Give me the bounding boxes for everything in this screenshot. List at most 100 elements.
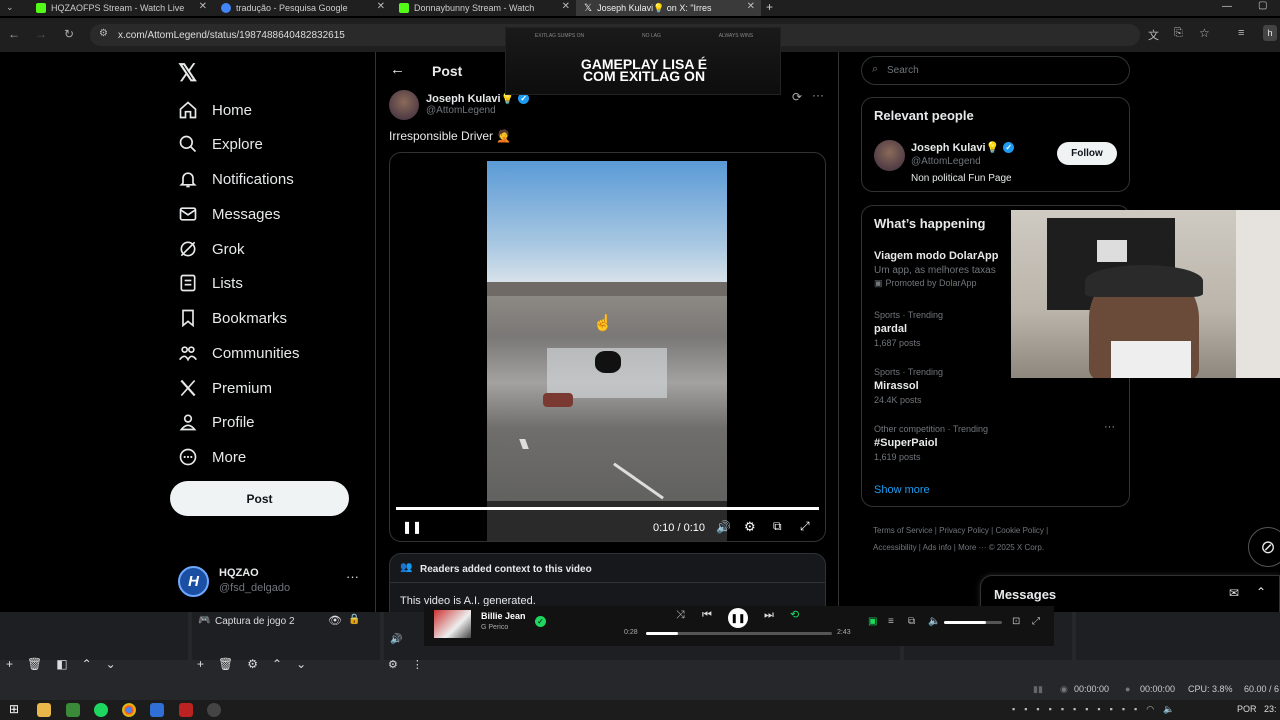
browser-tab-3[interactable]: Donnaybunny Stream - Watch ✕ — [391, 0, 576, 16]
sidebar-item-home[interactable]: Home — [178, 99, 252, 121]
grok-explain-icon[interactable]: ⟳ — [792, 90, 802, 104]
spotify-icon[interactable] — [94, 703, 108, 717]
browser-tab-4-active[interactable]: 𝕏 Joseph Kulavi💡 on X: "Irres ✕ — [576, 0, 761, 16]
profile-avatar-icon[interactable]: h — [1263, 25, 1277, 41]
repeat-icon[interactable]: ⟲ — [790, 608, 799, 621]
sidebar-item-explore[interactable]: Explore — [178, 133, 263, 155]
tray-icon[interactable]: ▪ — [1061, 704, 1064, 715]
video-progress-track[interactable] — [396, 507, 819, 510]
author-avatar[interactable] — [389, 90, 419, 120]
trash-icon[interactable]: 🗑 — [218, 657, 233, 671]
now-playing-view-icon[interactable]: ▣ — [868, 616, 877, 627]
volume-icon[interactable]: 🔈 — [928, 616, 940, 627]
mixer-menu-icon[interactable]: ⋮ — [412, 658, 423, 671]
trash-icon[interactable]: 🗑 — [27, 657, 42, 671]
tab-close-icon[interactable]: ✕ — [747, 1, 755, 12]
fullscreen-icon[interactable]: ⤢ — [1032, 616, 1040, 627]
sidebar-item-notifications[interactable]: Notifications — [178, 168, 294, 190]
next-icon[interactable]: ⏭ — [764, 609, 774, 622]
grok-float-icon[interactable]: ⊘ — [1248, 527, 1280, 567]
taskbar-clock[interactable]: 23: — [1264, 704, 1277, 714]
post-more-icon[interactable]: ··· — [812, 88, 824, 102]
bookmark-star-icon[interactable]: ☆ — [1199, 26, 1210, 40]
site-info-icon[interactable]: ⚙ — [99, 28, 108, 39]
taskbar-app-icon[interactable] — [150, 703, 164, 717]
tab-list-chevron-icon[interactable]: ⌄ — [6, 2, 14, 13]
volume-icon[interactable]: 🔊 — [716, 520, 731, 534]
account-more-icon[interactable]: ··· — [346, 569, 359, 584]
track-title[interactable]: Billie Jean — [481, 611, 526, 621]
taskbar-app-icon[interactable] — [179, 703, 193, 717]
move-down-icon[interactable]: ⌄ — [296, 657, 306, 671]
back-icon[interactable]: ← — [5, 27, 23, 41]
x-logo-icon[interactable]: 𝕏 — [178, 59, 197, 88]
tray-icon[interactable]: ▪ — [1097, 704, 1100, 715]
sidebar-item-messages[interactable]: Messages — [178, 203, 280, 225]
footer-link[interactable]: More ··· — [958, 543, 986, 552]
person-avatar[interactable] — [874, 140, 905, 171]
minimize-icon[interactable]: — — [1222, 1, 1232, 12]
footer-link[interactable]: Cookie Policy — [995, 526, 1043, 535]
obs-source-name[interactable]: Captura de jogo 2 — [215, 616, 295, 627]
mixer-volume-icon[interactable]: 🔊 — [390, 634, 402, 645]
sidebar-item-bookmarks[interactable]: Bookmarks — [178, 307, 287, 329]
trend-more-icon[interactable]: ··· — [1104, 421, 1115, 433]
liked-check-icon[interactable]: ✓ — [535, 616, 546, 627]
sidebar-item-more[interactable]: More — [178, 446, 246, 468]
browser-tab-2[interactable]: tradução - Pesquisa Google ✕ — [213, 0, 391, 16]
tab-close-icon[interactable]: ✕ — [199, 1, 207, 12]
taskbar-app-icon[interactable] — [66, 703, 80, 717]
tray-icon[interactable]: ▪ — [1012, 704, 1015, 715]
sidebar-item-profile[interactable]: Profile — [178, 411, 255, 433]
filter-icon[interactable]: ◧ — [56, 657, 67, 671]
tray-icon[interactable]: ▪ — [1122, 704, 1125, 715]
move-up-icon[interactable]: ⌃ — [272, 657, 282, 671]
chrome-icon[interactable] — [122, 703, 136, 717]
account-switcher[interactable]: H HQZAO @fsd_delgado ··· — [178, 565, 374, 597]
collapse-up-icon[interactable]: ⌃ — [1256, 585, 1266, 599]
tab-close-icon[interactable]: ✕ — [562, 1, 570, 12]
tray-icon[interactable]: ▪ — [1049, 704, 1052, 715]
windows-start-icon[interactable]: ⊞ — [9, 702, 19, 716]
add-icon[interactable]: + — [197, 657, 204, 671]
translate-icon[interactable]: 文 — [1148, 27, 1159, 43]
tray-icon[interactable]: ▪ — [1110, 704, 1113, 715]
input-language[interactable]: POR — [1237, 704, 1257, 714]
extensions-icon[interactable]: ≡ — [1238, 27, 1244, 39]
footer-link[interactable]: Accessibility — [873, 543, 917, 552]
pause-icon[interactable]: ❚❚ — [402, 520, 422, 534]
queue-icon[interactable]: ⧉ — [908, 616, 915, 627]
trend-item[interactable]: Sports · Trending pardal 1,687 posts — [874, 310, 943, 348]
settings-gear-icon[interactable]: ⚙ — [247, 657, 258, 671]
cast-icon[interactable]: ⎘ — [1174, 27, 1183, 40]
settings-gear-icon[interactable]: ⚙ — [744, 519, 756, 535]
trend-item[interactable]: Sports · Trending Mirassol 24.4K posts — [874, 367, 943, 405]
visibility-eye-icon[interactable]: 👁 — [328, 614, 342, 627]
track-artist[interactable]: G Perico — [481, 624, 508, 631]
tab-close-icon[interactable]: ✕ — [377, 1, 385, 12]
back-arrow-icon[interactable]: ← — [390, 61, 405, 78]
mixer-settings-icon[interactable]: ⚙ — [388, 658, 398, 671]
lyrics-icon[interactable]: ≡ — [888, 616, 894, 627]
search-input[interactable]: ⌕ Search — [861, 56, 1130, 85]
maximize-icon[interactable]: ▢ — [1258, 0, 1267, 11]
sidebar-item-grok[interactable]: Grok — [178, 238, 245, 260]
sidebar-item-communities[interactable]: Communities — [178, 342, 300, 364]
reload-icon[interactable]: ↻ — [60, 27, 78, 41]
tray-icon[interactable]: ▪ — [1036, 704, 1039, 715]
tray-icon[interactable]: ▪ — [1073, 704, 1076, 715]
previous-icon[interactable]: ⏮ — [702, 609, 712, 622]
browser-tab-1[interactable]: HQZAOFPS Stream - Watch Live ✕ — [28, 0, 213, 16]
footer-link[interactable]: Terms of Service — [873, 526, 933, 535]
add-icon[interactable]: + — [6, 657, 13, 671]
track-progress-bar[interactable] — [646, 632, 832, 635]
move-down-icon[interactable]: ⌄ — [106, 657, 116, 671]
sidebar-item-lists[interactable]: Lists — [178, 272, 243, 294]
tray-icon[interactable]: ▪ — [1024, 704, 1027, 715]
volume-slider[interactable] — [944, 621, 1002, 624]
tray-icon[interactable]: ▪ — [1134, 704, 1137, 715]
pause-button[interactable]: ❚❚ — [728, 608, 748, 628]
follow-button[interactable]: Follow — [1057, 142, 1117, 165]
forward-icon[interactable]: → — [32, 27, 50, 41]
new-tab-icon[interactable]: + — [766, 0, 773, 14]
